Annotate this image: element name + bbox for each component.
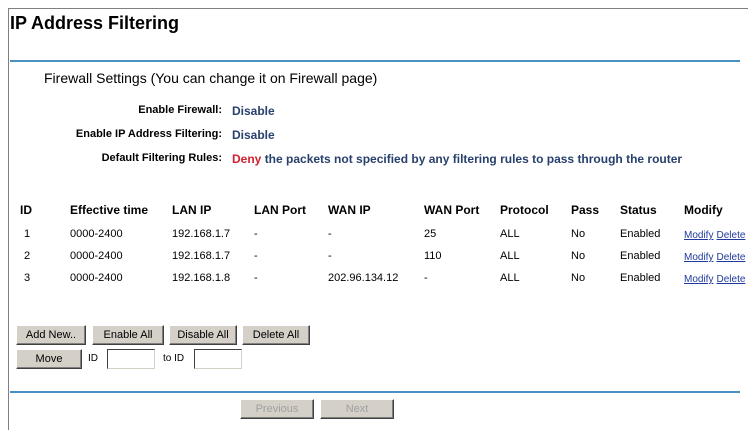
move-from-id-input[interactable] [107,349,155,369]
default-filtering-rules-value: Deny the packets not specified by any fi… [232,152,682,166]
row-effective-time: 0000-2400 [70,250,123,262]
row-lan-ip: 192.168.1.7 [172,250,231,262]
row-lan-ip: 192.168.1.7 [172,228,231,240]
enable-firewall-value: Disable [232,104,275,118]
row-id: 2 [24,250,31,262]
firewall-settings-title: Firewall Settings (You can change it on … [44,70,378,86]
row-lan-port: - [254,272,258,284]
row-wan-port: 110 [424,250,442,262]
move-to-id-input[interactable] [194,349,242,369]
default-rules-description: the packets not specified by any filteri… [264,152,683,166]
disable-all-button[interactable]: Disable All [169,325,237,345]
delete-link[interactable]: Delete [717,274,746,285]
row-protocol: ALL [500,228,520,240]
bottom-divider [10,391,740,393]
col-header-wan-ip: WAN IP [328,203,371,217]
page-title: IP Address Filtering [10,13,180,33]
row-pass: No [571,228,586,240]
move-id-label: ID [88,353,98,364]
row-pass: No [571,250,586,262]
row-id: 3 [24,272,31,284]
col-header-lan-port: LAN Port [254,203,306,217]
row-wan-ip: - [328,250,332,262]
col-header-lan-ip: LAN IP [172,203,212,217]
top-divider [10,60,740,62]
col-header-id: ID [20,203,32,217]
delete-link[interactable]: Delete [717,252,746,263]
default-filtering-rules-label: Default Filtering Rules: [101,152,222,164]
row-id: 1 [24,228,31,240]
enable-all-button[interactable]: Enable All [92,325,164,345]
next-button[interactable]: Next [320,399,394,419]
delete-all-button[interactable]: Delete All [242,325,310,345]
row-lan-port: - [254,250,258,262]
row-effective-time: 0000-2400 [70,272,123,284]
previous-button[interactable]: Previous [240,399,314,419]
row-protocol: ALL [500,272,520,284]
col-header-pass: Pass [571,203,600,217]
deny-text: Deny [232,152,262,166]
row-lan-ip: 192.168.1.8 [172,272,231,284]
row-pass: No [571,272,586,284]
row-protocol: ALL [500,250,520,262]
row-wan-port: - [424,272,428,284]
col-header-effective-time: Effective time [70,203,149,217]
row-status: Enabled [620,228,661,240]
delete-link[interactable]: Delete [717,230,746,241]
enable-ip-filtering-label: Enable IP Address Filtering: [75,128,222,140]
row-status: Enabled [620,272,661,284]
row-status: Enabled [620,250,661,262]
enable-ip-filtering-value: Disable [232,128,275,142]
col-header-protocol: Protocol [500,203,549,217]
col-header-modify: Modify [684,203,723,217]
modify-link[interactable]: Modify [684,230,713,241]
move-button[interactable]: Move [16,349,82,369]
add-new-button[interactable]: Add New.. [16,325,86,345]
modify-link[interactable]: Modify [684,274,713,285]
move-to-id-label: to ID [163,353,185,364]
col-header-status: Status [620,203,657,217]
enable-firewall-label: Enable Firewall: [138,104,222,116]
row-effective-time: 0000-2400 [70,228,123,240]
col-header-wan-port: WAN Port [424,203,480,217]
row-wan-port: 25 [424,228,437,240]
row-wan-ip: 202.96.134.12 [328,272,399,284]
row-wan-ip: - [328,228,332,240]
row-lan-port: - [254,228,258,240]
modify-link[interactable]: Modify [684,252,713,263]
